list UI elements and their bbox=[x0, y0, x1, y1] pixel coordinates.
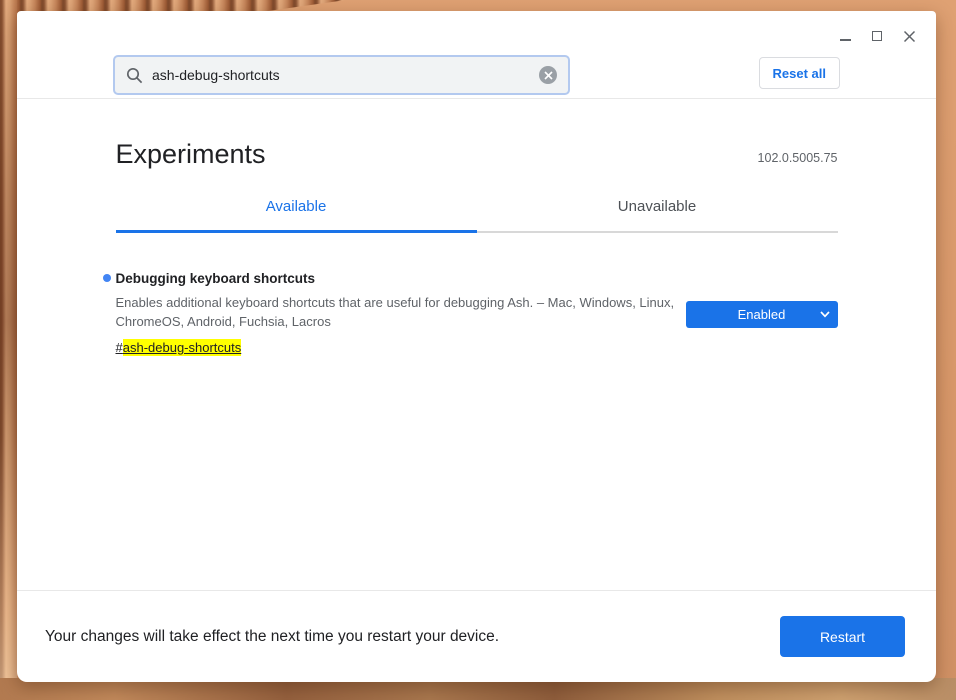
reset-all-button[interactable]: Reset all bbox=[759, 57, 840, 89]
flag-permalink-prefix: # bbox=[116, 340, 123, 355]
title-row: Experiments 102.0.5005.75 bbox=[116, 139, 838, 170]
flags-window: Reset all Experiments 102.0.5005.75 Avai… bbox=[17, 11, 936, 682]
maximize-icon bbox=[872, 31, 882, 41]
flag-description: Enables additional keyboard shortcuts th… bbox=[116, 293, 681, 331]
modified-flag-bullet-icon bbox=[103, 274, 111, 282]
restart-button[interactable]: Restart bbox=[780, 616, 905, 657]
close-icon bbox=[903, 30, 916, 43]
search-header: Reset all bbox=[17, 11, 936, 99]
clear-search-icon bbox=[544, 71, 553, 80]
restart-message: Your changes will take effect the next t… bbox=[45, 628, 499, 646]
search-icon bbox=[126, 67, 143, 84]
flag-permalink-highlight: ash-debug-shortcuts bbox=[123, 339, 242, 356]
maximize-button[interactable] bbox=[866, 25, 888, 47]
flags-content: Experiments 102.0.5005.75 Available Unav… bbox=[17, 99, 936, 590]
minimize-icon bbox=[840, 39, 851, 41]
close-button[interactable] bbox=[898, 25, 920, 47]
tab-available[interactable]: Available bbox=[116, 198, 477, 233]
flag-entry: Debugging keyboard shortcuts Enables add… bbox=[116, 271, 838, 357]
wallpaper-pleats-left bbox=[0, 0, 17, 700]
clear-search-button[interactable] bbox=[539, 66, 557, 84]
window-controls bbox=[834, 25, 920, 47]
flag-permalink[interactable]: #ash-debug-shortcuts bbox=[116, 340, 242, 355]
minimize-button[interactable] bbox=[834, 25, 856, 47]
flag-state-value: Enabled bbox=[738, 307, 786, 322]
page-title: Experiments bbox=[116, 139, 266, 170]
flag-state-select[interactable]: Enabled bbox=[686, 301, 838, 328]
flag-name-label: Debugging keyboard shortcuts bbox=[116, 271, 316, 286]
chevron-down-icon bbox=[820, 311, 830, 318]
search-input[interactable] bbox=[152, 67, 530, 83]
flag-name: Debugging keyboard shortcuts bbox=[116, 271, 681, 286]
version-label: 102.0.5005.75 bbox=[758, 151, 838, 170]
search-box[interactable] bbox=[113, 55, 570, 95]
flag-text-block: Debugging keyboard shortcuts Enables add… bbox=[116, 271, 681, 357]
tab-unavailable[interactable]: Unavailable bbox=[477, 198, 838, 233]
restart-bar: Your changes will take effect the next t… bbox=[17, 590, 936, 682]
tab-bar: Available Unavailable bbox=[116, 198, 838, 233]
